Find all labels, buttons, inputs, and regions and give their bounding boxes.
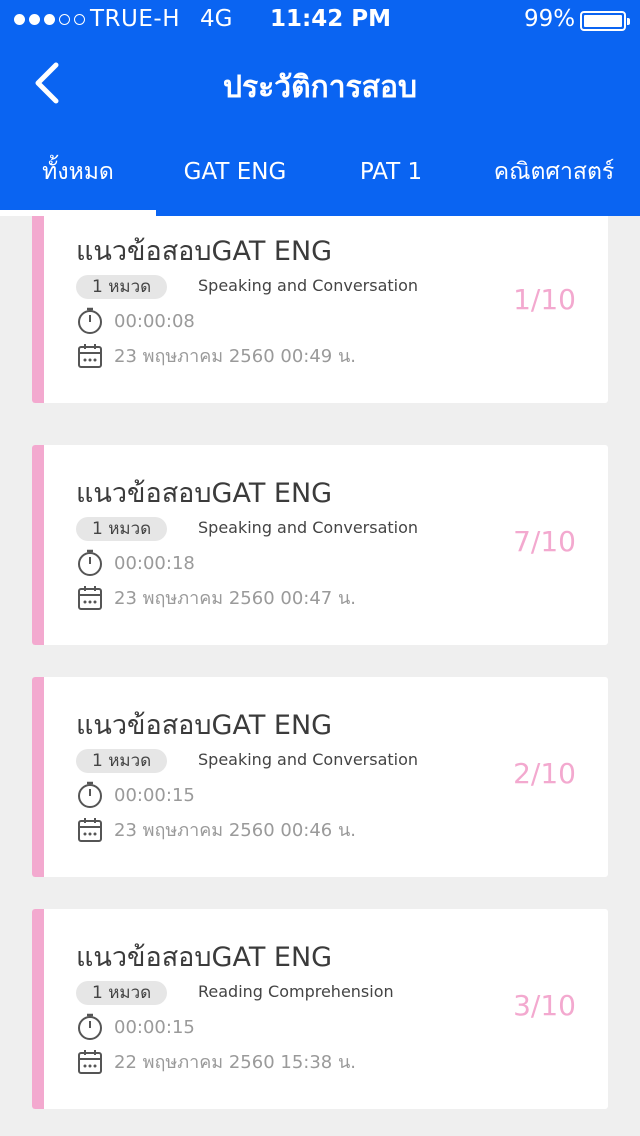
calendar-icon — [76, 1048, 104, 1076]
exam-title: แนวข้อสอบGAT ENG — [76, 478, 333, 509]
top-bar: TRUE-H 4G 11:42 PM 99% ประวัติการสอบ ทั้… — [0, 0, 640, 216]
calendar-icon — [76, 816, 104, 844]
signal-dot — [59, 14, 70, 25]
section-count-badge: 1 หมวด — [76, 517, 168, 541]
navigation-bar: ประวัติการสอบ — [0, 42, 640, 128]
tab-label: GAT ENG — [183, 159, 287, 185]
calendar-icon — [76, 584, 104, 612]
exam-score: 1/10 — [513, 283, 576, 316]
duration-row: 00:00:15 — [76, 1013, 195, 1041]
tab-label: ทั้งหมด — [42, 159, 114, 185]
stopwatch-icon — [76, 1013, 104, 1041]
exam-history-card[interactable]: แนวข้อสอบGAT ENG 1 หมวด Reading Comprehe… — [32, 909, 608, 1109]
exam-score: 3/10 — [513, 989, 576, 1022]
date-row: 23 พฤษภาคม 2560 00:46 น. — [76, 815, 356, 844]
signal-dot — [14, 14, 25, 25]
tab-pat-1[interactable]: PAT 1 — [314, 128, 468, 216]
exam-title: แนวข้อสอบGAT ENG — [76, 710, 333, 741]
date-row: 23 พฤษภาคม 2560 00:47 น. — [76, 583, 356, 612]
card-accent-bar — [32, 445, 44, 645]
exam-topic: Reading Comprehension — [198, 982, 394, 1001]
exam-topic: Speaking and Conversation — [198, 518, 419, 537]
exam-duration: 00:00:15 — [114, 784, 195, 806]
signal-dot — [74, 14, 85, 25]
stopwatch-icon — [76, 549, 104, 577]
duration-row: 00:00:18 — [76, 549, 195, 577]
duration-row: 00:00:08 — [76, 307, 195, 335]
exam-date: 23 พฤษภาคม 2560 00:47 น. — [114, 588, 357, 609]
stopwatch-icon — [76, 307, 104, 335]
card-accent-bar — [32, 677, 44, 877]
page-title: ประวัติการสอบ — [222, 70, 418, 105]
exam-duration: 00:00:15 — [114, 1016, 195, 1038]
carrier-name: TRUE-H — [90, 6, 180, 32]
tab-label: PAT 1 — [359, 159, 423, 185]
status-time: 11:42 PM — [270, 6, 391, 32]
exam-title: แนวข้อสอบGAT ENG — [76, 942, 333, 973]
exam-history-card[interactable]: แนวข้อสอบGAT ENG 1 หมวด Speaking and Con… — [32, 216, 608, 403]
section-count-badge: 1 หมวด — [76, 749, 168, 773]
tab-bar: ทั้งหมด GAT ENG PAT 1 คณิตศาสตร์ — [0, 128, 640, 216]
exam-title: แนวข้อสอบGAT ENG — [76, 236, 333, 267]
battery-percentage: 99% — [524, 6, 576, 32]
tab-label: คณิตศาสตร์ — [493, 159, 615, 185]
signal-strength-icon — [14, 14, 85, 25]
exam-history-list: แนวข้อสอบGAT ENG 1 หมวด Speaking and Con… — [0, 216, 640, 1136]
exam-topic: Speaking and Conversation — [198, 276, 419, 295]
exam-history-card[interactable]: แนวข้อสอบGAT ENG 1 หมวด Speaking and Con… — [32, 445, 608, 645]
card-accent-bar — [32, 216, 44, 403]
section-count-badge: 1 หมวด — [76, 275, 168, 299]
signal-dot — [29, 14, 40, 25]
date-row: 23 พฤษภาคม 2560 00:49 น. — [76, 341, 356, 370]
exam-score: 2/10 — [513, 757, 576, 790]
calendar-icon — [76, 342, 104, 370]
date-row: 22 พฤษภาคม 2560 15:38 น. — [76, 1047, 356, 1076]
status-bar: TRUE-H 4G 11:42 PM 99% — [0, 0, 640, 42]
exam-score: 7/10 — [513, 525, 576, 558]
signal-dot — [44, 14, 55, 25]
network-type: 4G — [200, 6, 233, 32]
section-count-badge: 1 หมวด — [76, 981, 168, 1005]
exam-date: 23 พฤษภาคม 2560 00:49 น. — [114, 346, 357, 367]
stopwatch-icon — [76, 781, 104, 809]
battery-icon — [580, 11, 630, 31]
tab-mathematics[interactable]: คณิตศาสตร์ — [468, 128, 640, 216]
exam-topic: Speaking and Conversation — [198, 750, 419, 769]
exam-date: 23 พฤษภาคม 2560 00:46 น. — [114, 820, 357, 841]
card-accent-bar — [32, 909, 44, 1109]
tab-all[interactable]: ทั้งหมด — [0, 128, 156, 216]
exam-duration: 00:00:08 — [114, 310, 195, 332]
exam-duration: 00:00:18 — [114, 552, 195, 574]
exam-date: 22 พฤษภาคม 2560 15:38 น. — [114, 1052, 357, 1073]
tab-gat-eng[interactable]: GAT ENG — [156, 128, 314, 216]
duration-row: 00:00:15 — [76, 781, 195, 809]
exam-history-card[interactable]: แนวข้อสอบGAT ENG 1 หมวด Speaking and Con… — [32, 677, 608, 877]
